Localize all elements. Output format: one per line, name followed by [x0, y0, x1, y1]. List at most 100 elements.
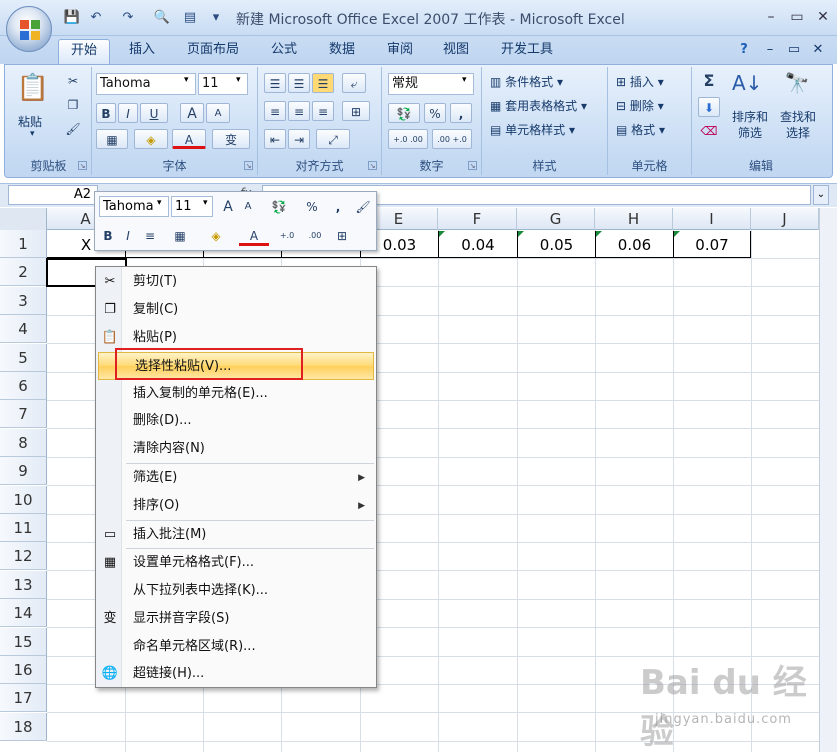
context-menu-item-5[interactable]: 删除(D)...: [97, 407, 375, 435]
ribbon-restore-button[interactable]: ▭: [784, 39, 804, 64]
row-header-3[interactable]: 3: [0, 286, 47, 315]
tab-data[interactable]: 数据: [320, 39, 364, 64]
row-header-2[interactable]: 2: [0, 258, 47, 287]
orientation-icon[interactable]: ⤢: [316, 129, 350, 149]
context-menu-item-7[interactable]: 筛选(E) ▶: [97, 464, 375, 492]
conditional-format-button[interactable]: ▥ 条件格式 ▾: [490, 73, 563, 90]
phonetic-button[interactable]: 变: [212, 129, 250, 149]
sort-filter-button[interactable]: 排序和 筛选: [728, 109, 772, 141]
paste-icon[interactable]: 📋: [16, 73, 50, 109]
row-header-14[interactable]: 14: [0, 599, 47, 628]
qat-customize-icon[interactable]: ▾: [206, 9, 226, 27]
mini-shrink-font-button[interactable]: A: [239, 197, 257, 217]
row-header-11[interactable]: 11: [0, 514, 47, 542]
decrease-decimal-button[interactable]: .00 +.0: [432, 129, 472, 149]
italic-button[interactable]: I: [118, 103, 138, 123]
find-select-button[interactable]: 查找和 选择: [776, 109, 820, 141]
mini-decrease-decimal-icon[interactable]: .00: [303, 226, 327, 246]
context-menu-item-8[interactable]: 排序(O) ▶: [97, 492, 375, 520]
context-menu-item-6[interactable]: 清除内容(N): [97, 435, 375, 463]
save-icon[interactable]: 💾: [62, 9, 82, 27]
mini-italic-button[interactable]: I: [119, 226, 137, 246]
row-header-15[interactable]: 15: [0, 627, 47, 656]
fill-color-icon[interactable]: ◈: [134, 129, 168, 149]
mini-font-color-button[interactable]: A: [239, 226, 269, 246]
row-header-9[interactable]: 9: [0, 457, 47, 486]
context-menu-item-0[interactable]: ✂ 剪切(T): [97, 268, 375, 296]
fill-icon[interactable]: ⬇: [698, 97, 720, 117]
insert-cells-button[interactable]: ⊞ 插入 ▾: [616, 73, 664, 90]
chevron-down-icon[interactable]: ▾: [203, 198, 208, 208]
clear-icon[interactable]: ⌫: [698, 121, 720, 141]
cell-styles-button[interactable]: ▤ 单元格样式 ▾: [490, 121, 575, 138]
ribbon-close-button[interactable]: ✕: [808, 39, 828, 64]
align-right-icon[interactable]: ≡: [312, 101, 334, 121]
underline-button[interactable]: U: [140, 103, 168, 123]
row-header-16[interactable]: 16: [0, 656, 47, 684]
alignment-launcher-icon[interactable]: ↘: [368, 161, 377, 170]
font-name-select[interactable]: Tahoma: [96, 73, 196, 95]
select-all-corner[interactable]: [0, 208, 47, 230]
borders-icon[interactable]: ▦: [96, 129, 128, 149]
chevron-down-icon[interactable]: ▾: [236, 75, 241, 85]
merge-center-icon[interactable]: ⊞: [342, 101, 370, 121]
mini-format-painter-icon[interactable]: 🖌: [353, 197, 373, 217]
increase-decimal-button[interactable]: +.0 .00: [388, 129, 428, 149]
row-header-5[interactable]: 5: [0, 343, 47, 372]
font-color-button[interactable]: A: [172, 129, 206, 149]
mini-borders-icon[interactable]: ▦: [167, 226, 193, 246]
comma-button[interactable]: ,: [450, 103, 472, 123]
context-menu-item-9[interactable]: ▭ 插入批注(M): [97, 521, 375, 549]
grow-font-button[interactable]: A: [180, 103, 204, 123]
wrap-text-icon[interactable]: ⤶: [342, 73, 366, 93]
row-header-1[interactable]: 1: [0, 230, 47, 258]
tab-review[interactable]: 审阅: [378, 39, 422, 64]
chevron-down-icon[interactable]: ▾: [462, 75, 467, 85]
tab-page-layout[interactable]: 页面布局: [178, 39, 248, 64]
context-menu-item-12[interactable]: 变 显示拼音字段(S): [97, 605, 375, 633]
paste-button[interactable]: 粘贴: [18, 113, 42, 130]
row-header-17[interactable]: 17: [0, 684, 47, 713]
format-painter-icon[interactable]: 🖌: [62, 119, 84, 139]
mini-comma-button[interactable]: ,: [329, 197, 347, 217]
mini-center-icon[interactable]: ≡: [141, 226, 159, 246]
cut-icon[interactable]: ✂: [62, 71, 84, 91]
autosum-button[interactable]: Σ: [698, 71, 720, 91]
tab-insert[interactable]: 插入: [120, 39, 164, 64]
bold-button[interactable]: B: [96, 103, 116, 123]
undo-icon[interactable]: ↶: [86, 9, 106, 27]
context-menu-item-1[interactable]: ❐ 复制(C): [97, 296, 375, 324]
row-header-18[interactable]: 18: [0, 712, 47, 741]
shrink-font-button[interactable]: A: [206, 103, 230, 123]
mini-bold-button[interactable]: B: [99, 226, 117, 246]
paste-dropdown-icon[interactable]: ▾: [30, 129, 35, 139]
name-box[interactable]: A2: [8, 185, 98, 205]
sort-filter-icon[interactable]: A↓: [732, 71, 762, 103]
mini-percent-button[interactable]: %: [303, 197, 321, 217]
chevron-down-icon[interactable]: ▾: [157, 198, 162, 208]
tab-view[interactable]: 视图: [434, 39, 478, 64]
find-select-icon[interactable]: 🔭: [782, 71, 812, 103]
cell-f1[interactable]: 0.04: [438, 231, 517, 258]
maximize-button[interactable]: ▭: [784, 6, 810, 28]
row-header-13[interactable]: 13: [0, 570, 47, 599]
align-bottom-icon[interactable]: ☰: [312, 73, 334, 93]
print-preview-icon[interactable]: 🔍: [152, 9, 172, 27]
chevron-down-icon[interactable]: ▾: [184, 75, 189, 85]
percent-button[interactable]: %: [424, 103, 446, 123]
align-middle-icon[interactable]: ☰: [288, 73, 310, 93]
row-header-7[interactable]: 7: [0, 400, 47, 429]
context-menu-item-11[interactable]: 从下拉列表中选择(K)...: [97, 577, 375, 605]
number-launcher-icon[interactable]: ↘: [468, 161, 477, 170]
format-cells-button[interactable]: ▤ 格式 ▾: [616, 121, 665, 138]
font-launcher-icon[interactable]: ↘: [244, 161, 253, 170]
context-menu-item-14[interactable]: 🌐 超链接(H)...: [97, 660, 375, 688]
redo-icon[interactable]: ↷: [118, 9, 138, 27]
align-center-icon[interactable]: ≡: [288, 101, 310, 121]
mini-currency-icon[interactable]: 💱: [263, 197, 295, 217]
column-header-i[interactable]: I: [673, 208, 751, 230]
delete-cells-button[interactable]: ⊟ 删除 ▾: [616, 97, 664, 114]
context-menu-item-13[interactable]: 命名单元格区域(R)...: [97, 633, 375, 661]
format-table-button[interactable]: ▦ 套用表格格式 ▾: [490, 97, 587, 114]
context-menu-item-4[interactable]: 插入复制的单元格(E)...: [97, 380, 375, 408]
